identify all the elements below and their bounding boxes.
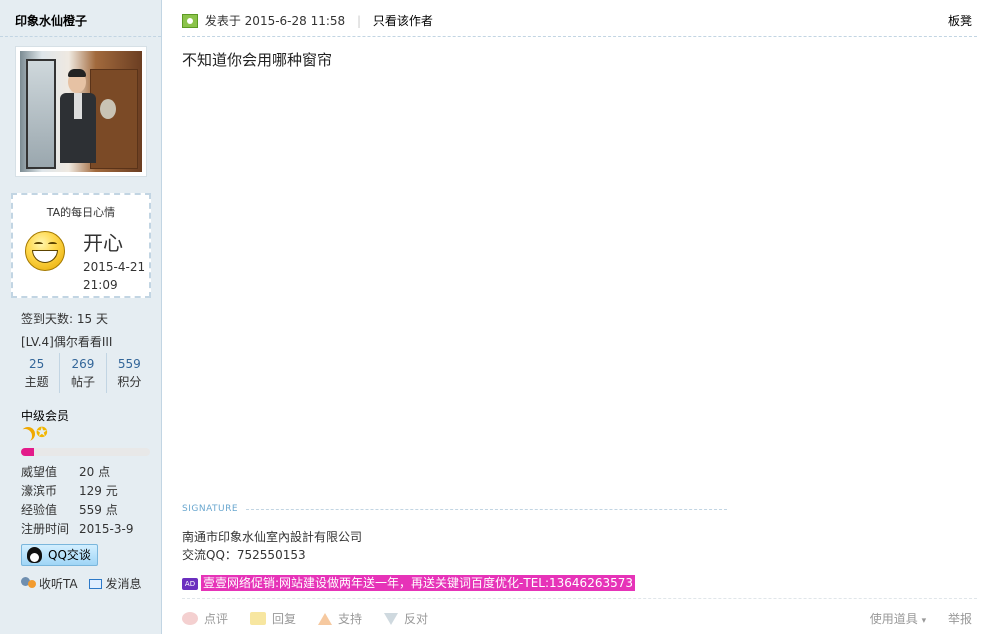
post-main: 发表于 2015-6-28 11:58 | 只看该作者 板凳 不知道你会用哪种窗… — [162, 0, 992, 634]
thumbs-down-arrow-icon — [384, 612, 399, 625]
stat-posts[interactable]: 269 帖子 — [60, 353, 107, 393]
ad-banner: AD 壹壹网络促销:网站建设做两年送一年，再送关键词百度优化-TEL:136462… — [182, 574, 635, 591]
mail-icon — [89, 579, 103, 589]
follow-label: 收听TA — [39, 577, 78, 591]
level-progress-bar — [21, 448, 150, 456]
divider — [182, 36, 977, 37]
info-row: 注册时间 2015-3-9 — [21, 520, 133, 539]
signature-line: 交流QQ：752550153 — [182, 548, 306, 562]
mood-word: 开心 — [83, 231, 123, 255]
oppose-button[interactable]: 反对 — [384, 610, 428, 627]
qq-chat-label: QQ交谈 — [48, 548, 91, 562]
post-tools: 使用道具 ▾ 举报 — [852, 610, 972, 627]
post-header: 发表于 2015-6-28 11:58 | 只看该作者 — [182, 12, 433, 29]
posted-time: 2015-6-28 11:58 — [244, 14, 346, 28]
post-content: 不知道你会用哪种窗帘 — [182, 51, 333, 69]
author-sidebar: 印象水仙橙子 TA的每日心情 开心 2015-4-21 21:09 签到天数: … — [0, 0, 162, 634]
info-row: 经验值 559 点 — [21, 501, 133, 520]
signature-divider — [246, 509, 727, 510]
action-label: 支持 — [338, 612, 363, 626]
info-key: 注册时间 — [21, 522, 70, 536]
avatar-photo — [20, 51, 142, 172]
mood-date: 2015-4-21 21:09 — [83, 258, 147, 294]
author-name[interactable]: 印象水仙橙子 — [15, 12, 87, 29]
support-button[interactable]: 支持 — [318, 610, 362, 627]
info-value: 129 元 — [79, 484, 118, 498]
info-key: 威望值 — [21, 465, 58, 479]
follow-link[interactable]: 收听TA — [21, 577, 78, 591]
qq-penguin-icon — [27, 547, 42, 563]
stat-label: 积分 — [117, 375, 142, 389]
message-link[interactable]: 发消息 — [89, 577, 141, 591]
follow-icon — [21, 577, 37, 589]
divider — [0, 36, 161, 37]
info-value: 20 点 — [79, 465, 111, 479]
action-label: 点评 — [204, 612, 229, 626]
action-label: 反对 — [404, 612, 429, 626]
mood-date-day: 2015-4-21 — [83, 260, 146, 274]
stat-topics[interactable]: 25 主题 — [14, 353, 61, 393]
info-row: 威望值 20 点 — [21, 463, 133, 482]
thumbs-up-arrow-icon — [318, 612, 333, 625]
moon-icon — [21, 427, 35, 441]
signature-text: 南通市印象水仙室內設計有限公司 交流QQ：752550153 — [182, 528, 362, 564]
ad-icon: AD — [182, 578, 198, 590]
qq-chat-button[interactable]: QQ交谈 — [21, 544, 98, 566]
post-actions: 点评 回复 支持 反对 — [182, 610, 450, 627]
star-icon: ✪ — [36, 425, 48, 441]
action-label: 回复 — [272, 612, 297, 626]
info-value: 559 点 — [79, 503, 118, 517]
daily-mood-box: TA的每日心情 开心 2015-4-21 21:09 — [11, 193, 151, 298]
stat-value[interactable]: 269 — [60, 355, 105, 373]
avatar[interactable] — [15, 46, 147, 177]
online-user-icon — [182, 14, 198, 28]
comment-icon — [182, 612, 198, 625]
laughing-face-icon — [25, 231, 65, 271]
user-group[interactable]: 中级会员 — [21, 407, 69, 424]
separator: | — [357, 14, 362, 28]
reply-icon — [250, 612, 267, 625]
stat-value[interactable]: 559 — [107, 355, 152, 373]
divider — [182, 598, 977, 599]
author-links: 收听TA 发消息 — [21, 575, 149, 592]
info-value: 2015-3-9 — [79, 522, 134, 536]
message-label: 发消息 — [105, 577, 142, 591]
posted-label: 发表于 — [204, 14, 241, 28]
signature-label: SIGNATURE — [182, 504, 239, 514]
stat-label: 主题 — [24, 375, 49, 389]
reply-button[interactable]: 回复 — [250, 610, 296, 627]
level-progress-fill — [21, 448, 34, 456]
user-info-list: 威望值 20 点 濠滨币 129 元 经验值 559 点 注册时间 2015-3-9 — [21, 463, 133, 539]
stat-points[interactable]: 559 积分 — [107, 353, 152, 393]
ad-link[interactable]: 壹壹网络促销:网站建设做两年送一年，再送关键词百度优化-TEL:13646263… — [201, 575, 635, 591]
info-key: 濠滨币 — [21, 484, 58, 498]
info-key: 经验值 — [21, 503, 58, 517]
user-level: [LV.4]偶尔看看III — [21, 335, 113, 349]
author-only-link[interactable]: 只看该作者 — [373, 14, 433, 28]
signature-line: 南通市印象水仙室內設計有限公司 — [182, 530, 363, 544]
rate-button[interactable]: 点评 — [182, 610, 228, 627]
mood-date-time: 21:09 — [83, 278, 118, 292]
user-stats: 25 主题 269 帖子 559 积分 — [14, 353, 152, 393]
stat-label: 帖子 — [70, 375, 95, 389]
floor-number[interactable]: 板凳 — [948, 12, 972, 29]
report-link[interactable]: 举报 — [948, 612, 972, 626]
mood-title: TA的每日心情 — [46, 206, 116, 219]
stat-value[interactable]: 25 — [14, 355, 59, 373]
chevron-down-icon: ▾ — [921, 616, 927, 626]
sign-days: 签到天数: 15 天 — [21, 312, 108, 326]
use-item-menu[interactable]: 使用道具 ▾ — [870, 612, 926, 626]
use-item-label: 使用道具 — [869, 612, 918, 626]
info-row: 濠滨币 129 元 — [21, 482, 133, 501]
